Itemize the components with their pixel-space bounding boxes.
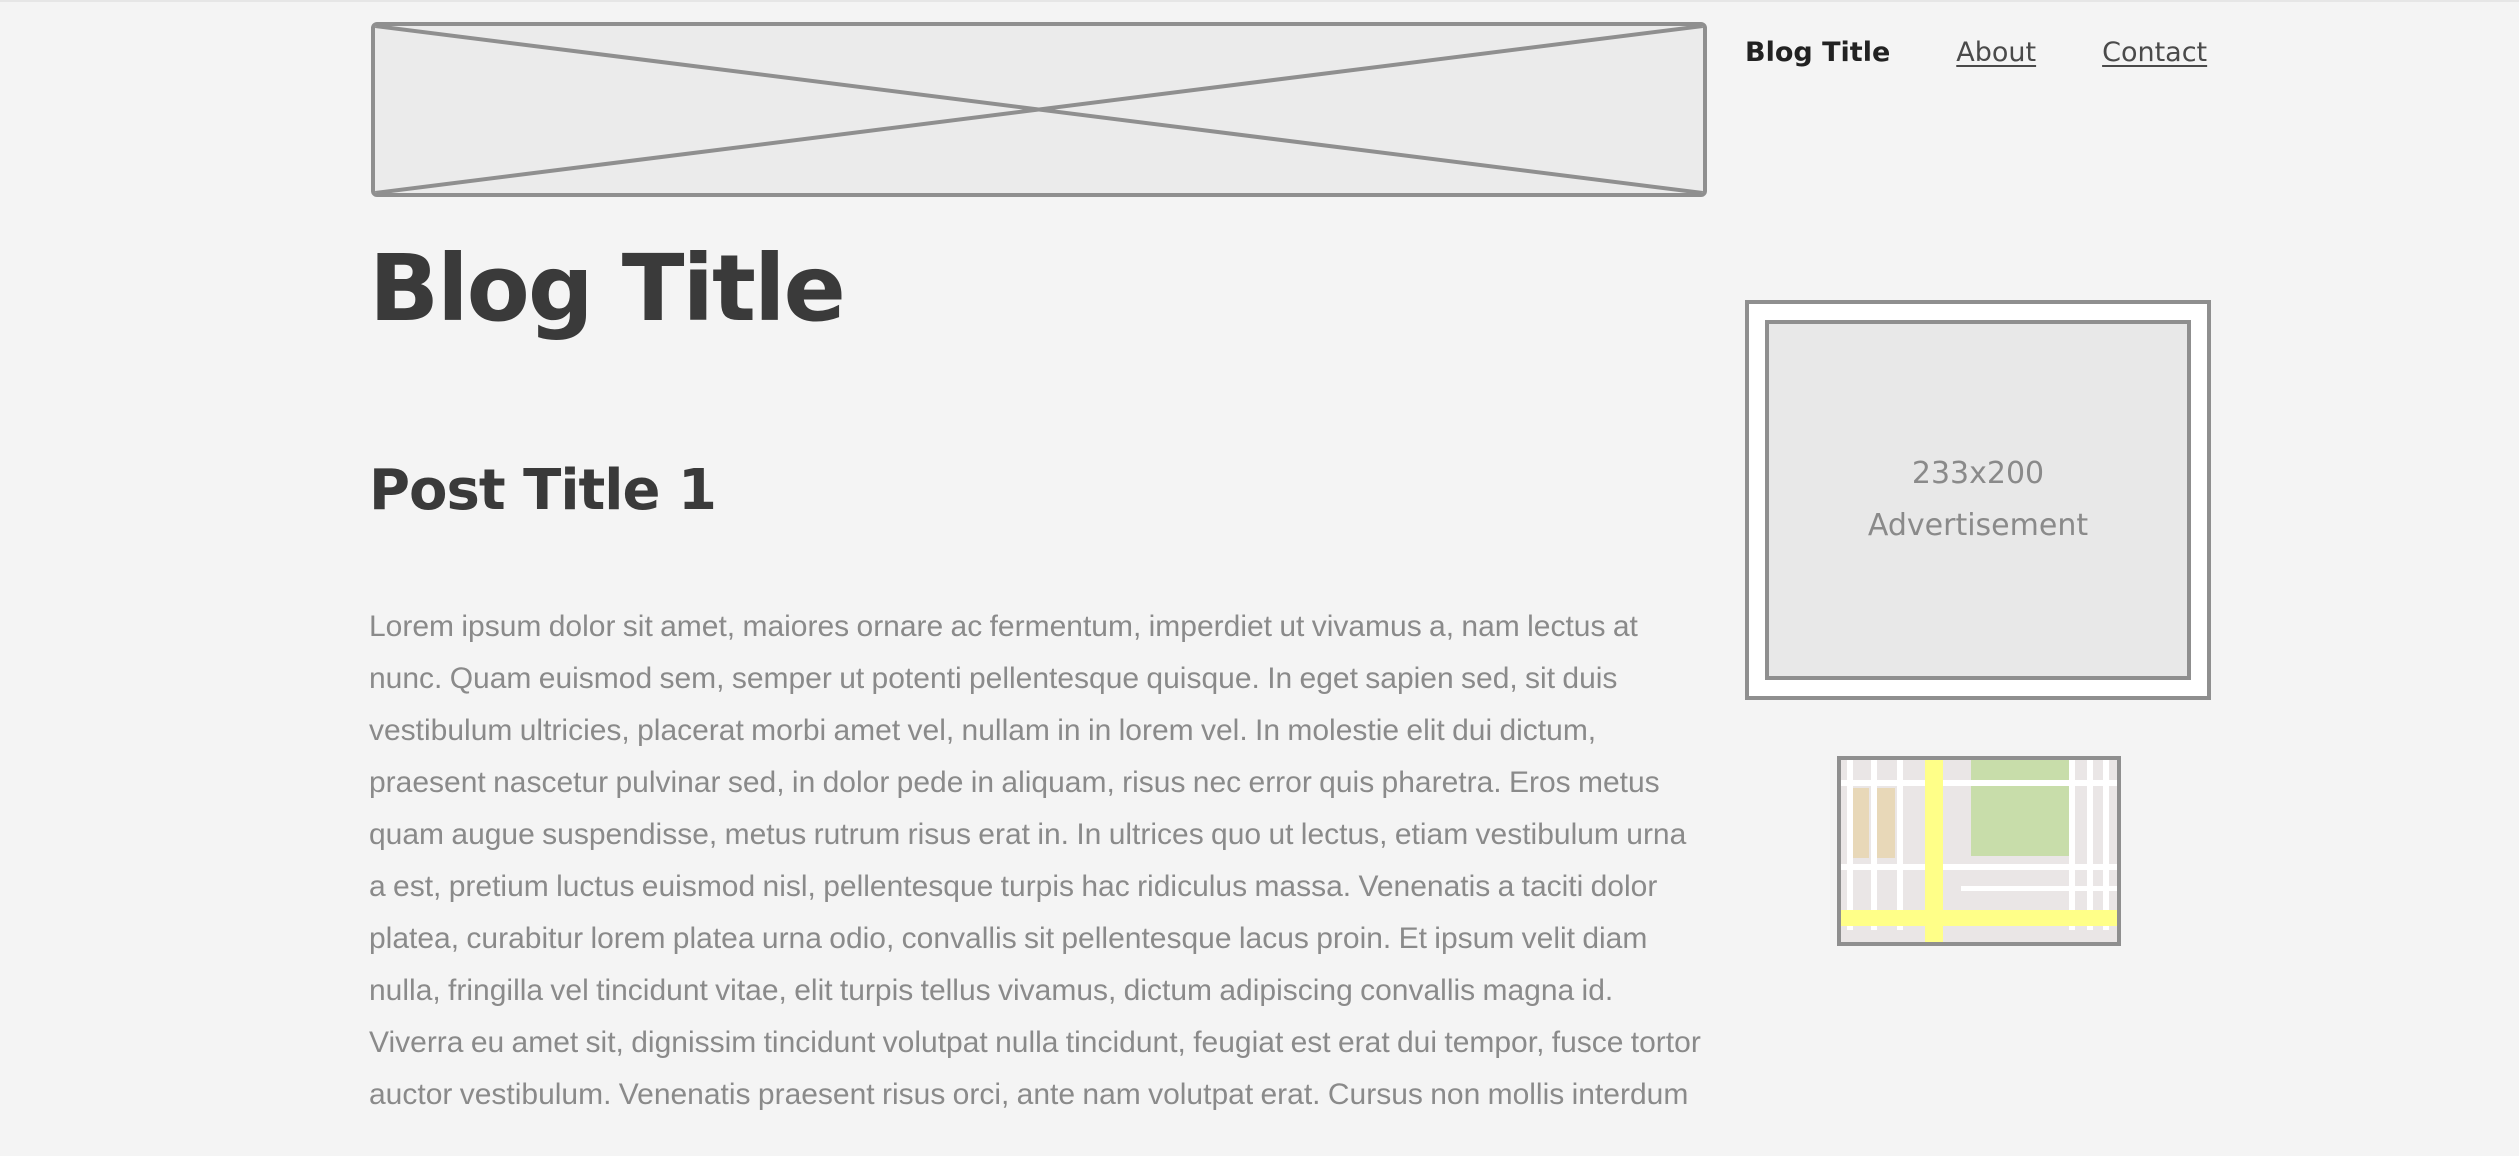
banner-image-placeholder — [371, 22, 1707, 197]
page: Blog Title About Contact Blog Title Post… — [0, 0, 2519, 1156]
nav-link-contact[interactable]: Contact — [2102, 37, 2207, 68]
map-widget[interactable] — [1837, 756, 2121, 946]
top-divider — [0, 0, 2519, 2]
nav-link-about[interactable]: About — [1956, 37, 2036, 68]
image-placeholder-icon — [375, 26, 1703, 193]
advertisement-label: Advertisement — [1867, 508, 2089, 543]
post-title[interactable]: Post Title 1 — [369, 460, 717, 522]
advertisement-placeholder: 233x200 Advertisement — [1765, 320, 2191, 680]
map-icon — [1841, 760, 2117, 942]
advertisement-size: 233x200 — [1911, 456, 2045, 491]
top-navigation: Blog Title About Contact — [1745, 30, 2273, 74]
advertisement-frame[interactable]: 233x200 Advertisement — [1745, 300, 2211, 700]
nav-brand[interactable]: Blog Title — [1745, 37, 1890, 68]
post-body: Lorem ipsum dolor sit amet, maiores orna… — [369, 610, 1701, 1111]
blog-title: Blog Title — [369, 235, 846, 342]
